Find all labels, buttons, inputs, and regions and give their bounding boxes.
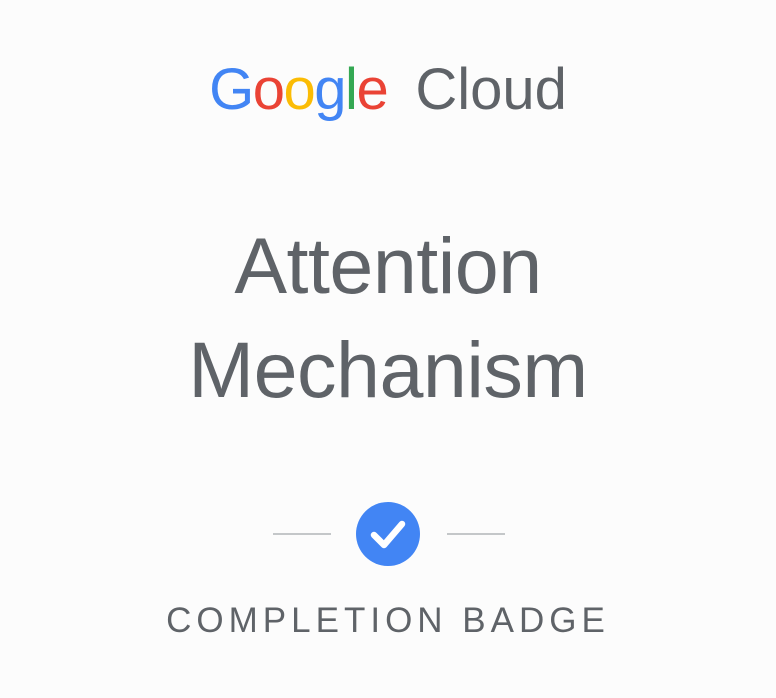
badge-title-line-1: Attention	[234, 221, 542, 310]
badge-title-line-2: Mechanism	[188, 325, 588, 414]
badge-title: Attention Mechanism	[0, 214, 776, 422]
checkmark-icon	[356, 502, 420, 566]
divider-line-left	[273, 533, 331, 535]
google-letter: e	[356, 57, 388, 122]
divider-line-right	[447, 533, 505, 535]
cloud-wordmark: Cloud	[415, 57, 567, 122]
google-letter: G	[209, 57, 254, 122]
google-letter: g	[314, 57, 346, 122]
completion-badge-label: COMPLETION BADGE	[166, 601, 610, 640]
google-letter: o	[283, 57, 316, 122]
google-wordmark: Google	[209, 50, 389, 130]
google-cloud-logo: Google Cloud	[0, 50, 776, 130]
google-letter: o	[252, 57, 285, 122]
completion-divider	[0, 502, 776, 566]
google-letter: l	[345, 57, 358, 122]
